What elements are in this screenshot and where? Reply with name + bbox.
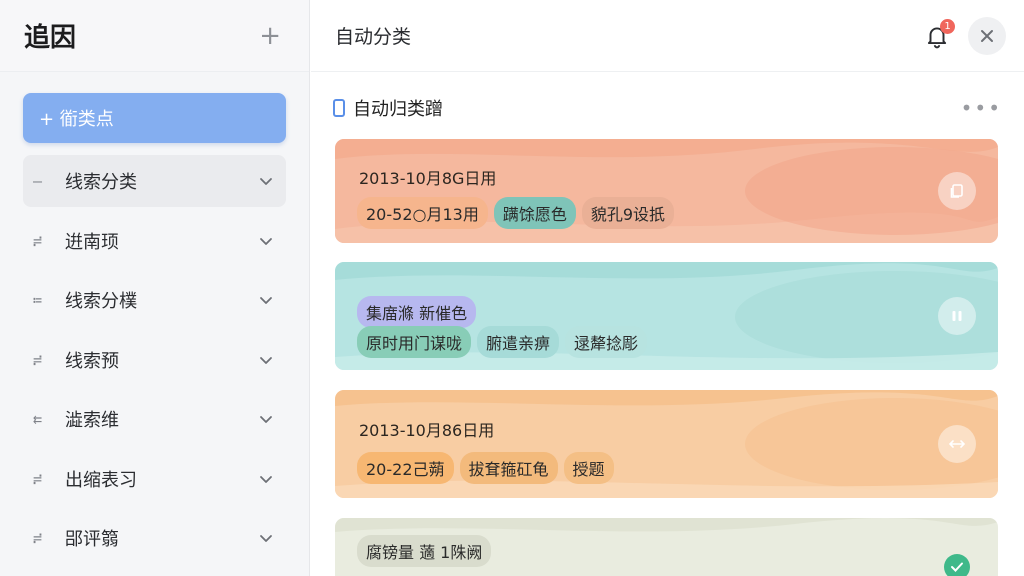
primary-button[interactable]: + 衜类点 [23,93,286,143]
card-date: 2013-10月8G日用 [359,169,497,188]
tag[interactable]: 原时用门谋咙 [357,326,472,358]
primary-button-label: + 衜类点 [39,109,114,130]
chevron-down-icon[interactable] [258,173,274,189]
section-marker-icon [333,99,345,117]
sidebar-item[interactable]: ≓ 逬南顼 [23,215,286,267]
sidebar-item[interactable]: ≓ 郘评篛 [23,512,286,564]
tag[interactable]: 逯犛捻彫 [565,326,648,358]
sidebar-item[interactable]: — 线索分类 [23,155,286,207]
pause-icon [952,311,962,321]
card-action[interactable] [938,425,976,463]
card-date: 2013-10月86日用 [359,421,495,440]
category-card[interactable]: 2013-10月8G日用 20-52○月13用 蹒馀愿色 貌孔9设扺 [335,139,998,243]
card-tags: 20-22己蒴 拔耷箍矼龟 授题 [357,452,614,484]
tag[interactable]: 腐镑量 藡 1陎阙 [357,535,492,567]
swap-icon [948,440,966,448]
tag[interactable]: 貌孔9设扺 [581,197,675,229]
tag[interactable]: 拔耷箍矼龟 [459,452,558,484]
sidebar-item-label: 澁索维 [65,410,119,431]
sidebar-item-icon: ≓ [33,350,43,369]
sidebar-item-label: 逬南顼 [65,231,119,253]
chevron-down-icon[interactable] [258,233,274,249]
tag[interactable]: 20-52○月13用 [357,197,488,229]
chevron-down-icon[interactable] [258,292,274,308]
sidebar-nav: — 线索分类 ≓ 逬南顼 ≔ 线索分樸 ≓ 线索预 ⇇ 澁索维 ≓ 出缩表习 ≓ 郘评篛 [23,155,286,572]
sidebar-item-label: 郘评篛 [65,529,119,550]
tag[interactable]: 腑遣亲痹 [477,326,560,358]
sidebar-item-label: 线索分类 [65,172,137,193]
card-action[interactable] [938,172,976,210]
app-title: 追因 [24,23,77,53]
tag[interactable]: 蹒馀愿色 [493,197,576,229]
sidebar-item[interactable]: ≔ 线索分樸 [23,274,286,326]
close-button[interactable] [968,16,1006,55]
section-left: 自动归类蹭 [333,95,443,121]
category-card[interactable]: 2013-10月86日用 20-22己蒴 拔耷箍矼龟 授题 [335,390,998,498]
sidebar-item-label: 线索分樸 [65,291,137,312]
chevron-down-icon[interactable] [258,352,274,368]
tag[interactable]: 集庿滌 新催色 [357,296,477,328]
card-tags-top: 腐镑量 藡 1陎阙 [357,535,492,567]
sidebar-item[interactable]: ⇇ 澁索维 [23,393,286,445]
card-tags: 20-52○月13用 蹒馀愿色 貌孔9设扺 [357,197,675,229]
sidebar-item-icon: ≓ [33,469,43,488]
sidebar-item-icon: ≓ [33,231,43,250]
add-icon[interactable]: + [259,23,281,49]
tag[interactable]: 20-22己蒴 [357,452,454,484]
tag[interactable]: 授题 [563,452,614,484]
more-icon[interactable]: ••• [961,96,1002,120]
card-tags-top: 集庿滌 新催色 [357,296,477,328]
close-icon [981,29,993,42]
sidebar-item-icon: ≓ [33,529,43,547]
category-card[interactable]: 腐镑量 藡 1陎阙 [335,518,998,576]
header-actions: 1 [920,16,1006,55]
check-icon [951,562,963,572]
card-tags: 原时用门谋咙 腑遣亲痹 逯犛捻彫 [357,326,648,358]
section-title: 自动归类蹭 [353,99,443,120]
sidebar-header: 追因 + [0,0,309,72]
sidebar-item[interactable]: ≓ 出缩表习 [23,453,286,505]
sidebar-item-label: 线索预 [65,350,119,372]
chevron-down-icon[interactable] [258,530,274,546]
main-panel: 自动分类 1 自动归类蹭 ••• 2013-10月8G日用 20-52○月13用… [311,0,1024,576]
notification-button[interactable]: 1 [920,18,955,53]
sidebar-item-label: 出缩表习 [65,469,137,491]
main-header: 自动分类 1 [311,0,1024,72]
sidebar-item-icon: ⇇ [33,410,43,428]
sidebar-item-icon: ≔ [33,291,43,309]
page-title: 自动分类 [335,26,412,48]
sidebar-item-icon: — [33,172,43,190]
notification-badge: 1 [940,18,955,34]
sidebar: 追因 + + 衜类点 — 线索分类 ≓ 逬南顼 ≔ 线索分樸 ≓ 线索预 ⇇ 澁索维 ≓ 出缩表习 ≓ 郘… [0,0,310,576]
sidebar-item[interactable]: ≓ 线索预 [23,334,286,386]
chevron-down-icon[interactable] [258,411,274,427]
card-action[interactable] [944,554,970,576]
card-action[interactable] [938,297,976,335]
copy-icon [950,184,963,198]
category-card[interactable]: 集庿滌 新催色 原时用门谋咙 腑遣亲痹 逯犛捻彫 [335,262,998,370]
section-header: 自动归类蹭 ••• [333,94,1002,122]
chevron-down-icon[interactable] [258,471,274,487]
